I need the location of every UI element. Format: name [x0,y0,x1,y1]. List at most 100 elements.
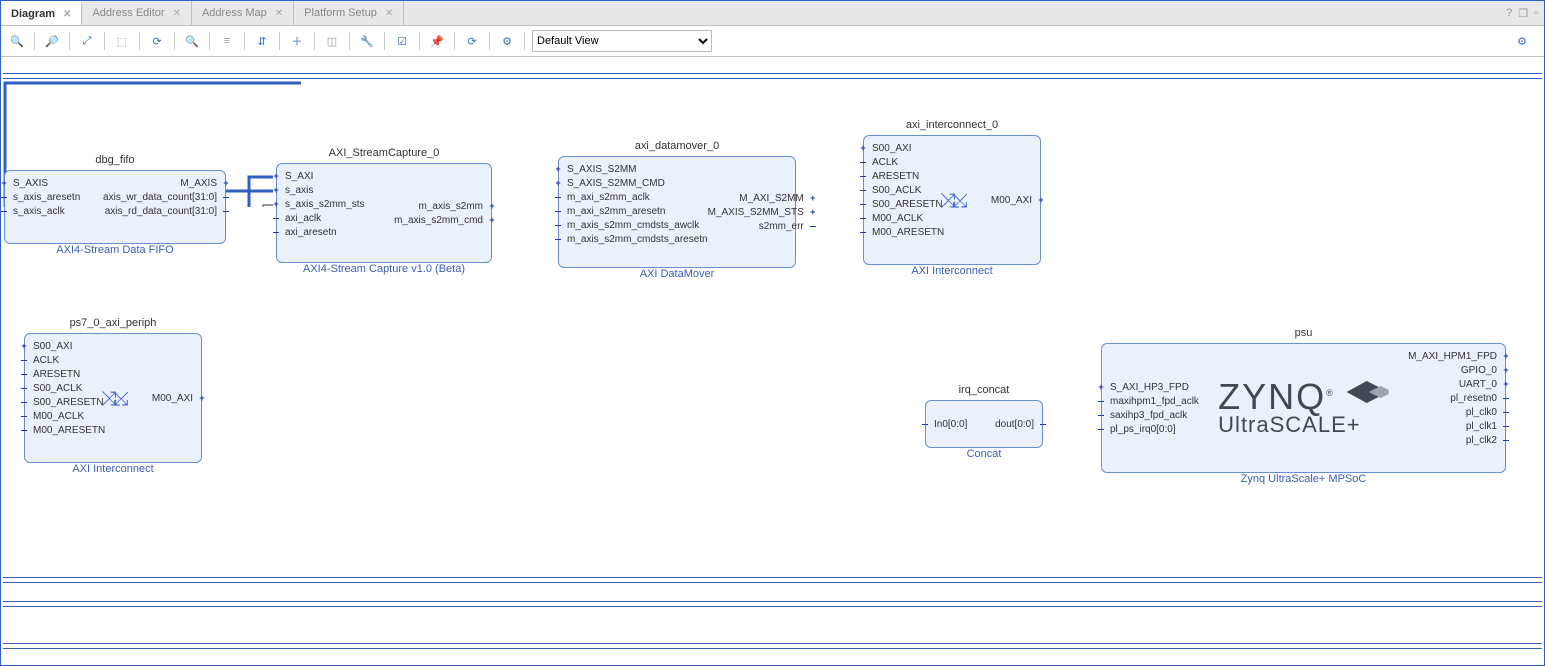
settings-icon[interactable]: ⚙ [1512,31,1532,51]
port-label: S00_ACLK [33,382,82,395]
port-label: S00_AXI [872,142,911,155]
port-label: s_axis_aclk [13,205,65,218]
validate-icon[interactable]: ☑ [392,31,412,51]
port-label: M00_AXI [152,392,193,405]
port-label: maxihpm1_fpd_aclk [1110,395,1199,408]
zoom-in-icon[interactable]: 🔍 [7,31,27,51]
port-label: axis_rd_data_count[31:0] [105,205,217,218]
block-caption: AXI Interconnect [863,265,1041,277]
block-axi-interconnect-0[interactable]: axi_interconnect_0 S00_AXI ACLK ARESETN … [863,135,1041,265]
block-title: axi_datamover_0 [558,140,796,152]
port-label: M_AXI_S2MM [739,192,803,205]
zoom-area-icon[interactable]: ⬚ [112,31,132,51]
port-label: M_AXI_HPM1_FPD [1408,350,1497,363]
port-label: m_axis_s2mm_cmd [394,214,483,227]
tab-address-editor[interactable]: Address Editor✕ [82,1,192,25]
port-label: ACLK [872,156,898,169]
align-icon[interactable]: ⇵ [252,31,272,51]
port-label: GPIO_0 [1461,364,1497,377]
port-label: S00_ARESETN [872,198,943,211]
port-label: pl_clk1 [1466,420,1497,433]
block-caption: AXI Interconnect [24,463,202,475]
tab-label: Address Map [202,7,267,19]
port-label: M00_ARESETN [872,226,944,239]
port-label: S00_ARESETN [33,396,104,409]
diagram-canvas[interactable]: dbg_fifo S_AXIS s_axis_aresetn s_axis_ac… [1,57,1544,665]
port-label: m_axi_s2mm_aresetn [567,205,665,218]
collapse-icon[interactable]: ≡ [217,31,237,51]
port-label: axis_wr_data_count[31:0] [103,191,217,204]
zoom-out-icon[interactable]: 🔎 [42,31,62,51]
port-label: S_AXIS_S2MM_CMD [567,177,665,190]
maximize-icon[interactable]: ❐ [1518,7,1528,20]
port-label: S_AXI [285,170,313,183]
zoom-fit-icon[interactable]: ⤢ [77,31,97,51]
toolbar: 🔍 🔎 ⤢ ⬚ ⟳ 🔍 ≡ ⇵ ＋ ◫ 🔧 ☑ 📌 ⟳ ⚙ Default Vi… [1,26,1544,57]
tab-diagram[interactable]: Diagram ✕ [1,1,82,25]
block-caption: AXI4-Stream Data FIFO [4,244,226,256]
block-axi-datamover[interactable]: axi_datamover_0 S_AXIS_S2MM S_AXIS_S2MM_… [558,156,796,268]
port-label: m_axi_s2mm_aclk [567,191,650,204]
group-icon[interactable]: ◫ [322,31,342,51]
close-icon[interactable]: ✕ [173,8,181,19]
tab-label: Platform Setup [304,7,377,19]
view-select[interactable]: Default View [532,30,712,52]
port-label: m_axis_s2mm_cmdsts_aresetn [567,233,708,246]
regenerate-icon[interactable]: ⟳ [462,31,482,51]
crossbar-icon: ⤨⤩ [940,188,964,212]
optimize-icon[interactable]: ⚙ [497,31,517,51]
block-stream-capture[interactable]: AXI_StreamCapture_0 S_AXI s_axis s_axis_… [276,163,492,263]
tab-platform-setup[interactable]: Platform Setup ✕ [294,1,404,25]
port-label: dout[0:0] [995,418,1034,431]
block-irq-concat[interactable]: irq_concat In0[0:0] dout[0:0] Concat [925,400,1043,448]
pin-icon[interactable]: 📌 [427,31,447,51]
block-title: irq_concat [925,384,1043,396]
port-label: M00_AXI [991,194,1032,207]
block-title: AXI_StreamCapture_0 [276,147,492,159]
block-caption: Concat [925,448,1043,460]
block-dbg-fifo[interactable]: dbg_fifo S_AXIS s_axis_aresetn s_axis_ac… [4,170,226,244]
port-label: M00_ARESETN [33,424,105,437]
block-caption: AXI4-Stream Capture v1.0 (Beta) [276,263,492,275]
port-label: In0[0:0] [934,418,967,431]
help-icon[interactable]: ? [1506,7,1512,19]
port-label: S_AXI_HP3_FPD [1110,381,1189,394]
port-label: s_axis [285,184,313,197]
port-label: S00_AXI [33,340,72,353]
close-icon[interactable]: ✕ [385,8,393,19]
refresh-icon[interactable]: ⟳ [147,31,167,51]
crossbar-icon: ⤨⤩ [101,386,125,410]
port-label: S_AXIS [13,177,48,190]
close-icon[interactable]: ✕ [275,8,283,19]
port-label: pl_resetn0 [1450,392,1497,405]
block-title: ps7_0_axi_periph [24,317,202,329]
tab-label: Diagram [11,8,55,20]
port-label: s_axis_s2mm_sts [285,198,364,211]
tab-bar: Diagram ✕ Address Editor✕ Address Map ✕ Pl… [1,1,1544,26]
restore-icon[interactable]: ▫ [1534,7,1538,19]
port-label: m_axis_s2mm [419,200,483,213]
port-label: s2mm_err [759,220,804,233]
block-title: axi_interconnect_0 [863,119,1041,131]
block-psu[interactable]: psu S_AXI_HP3_FPD maxihpm1_fpd_aclk saxi… [1101,343,1506,473]
block-title: psu [1101,327,1506,339]
port-label: M00_ACLK [872,212,923,225]
block-caption: Zynq UltraScale+ MPSoC [1101,473,1506,485]
port-label: S_AXIS_S2MM [567,163,636,176]
wrench-icon[interactable]: 🔧 [357,31,377,51]
search-icon[interactable]: 🔍 [182,31,202,51]
port-label: ACLK [33,354,59,367]
port-label: pl_clk0 [1466,406,1497,419]
port-label: m_axis_s2mm_cmdsts_awclk [567,219,699,232]
port-label: M_AXIS [180,177,217,190]
close-icon[interactable]: ✕ [63,9,71,20]
port-label: pl_ps_irq0[0:0] [1110,423,1176,436]
port-label: ARESETN [872,170,919,183]
port-label: S00_ACLK [872,184,921,197]
port-label: saxihp3_fpd_aclk [1110,409,1187,422]
add-icon[interactable]: ＋ [287,31,307,51]
block-ps7-axi-periph[interactable]: ps7_0_axi_periph S00_AXI ACLK ARESETN S0… [24,333,202,463]
port-label: s_axis_aresetn [13,191,80,204]
tab-address-map[interactable]: Address Map ✕ [192,1,294,25]
port-label: pl_clk2 [1466,434,1497,447]
